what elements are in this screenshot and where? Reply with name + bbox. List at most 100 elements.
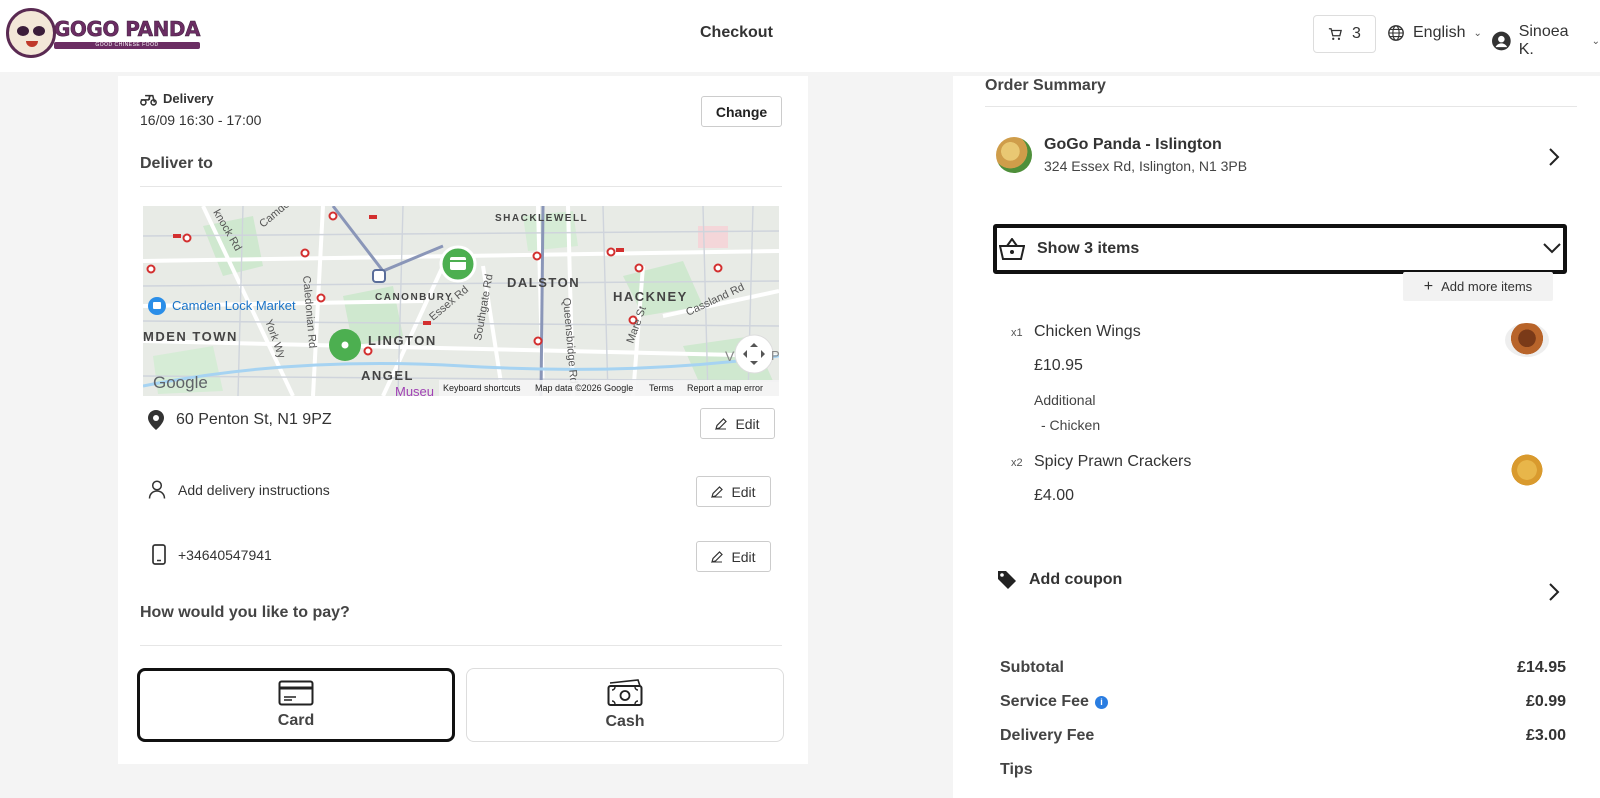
gogo-panda-logo[interactable]: GOGO PANDA GOOD CHINESE FOOD (6, 8, 202, 58)
credit-card-icon (278, 680, 314, 706)
cash-payment-option[interactable]: Cash (466, 668, 784, 742)
edit-label: Edit (731, 483, 756, 500)
delivery-fee-label: Delivery Fee (1000, 727, 1095, 744)
cart-count: 3 (1352, 25, 1361, 42)
page-title: Checkout (700, 24, 773, 41)
deliver-to-heading: Deliver to (140, 155, 213, 172)
add-more-label: Add more items (1441, 279, 1533, 294)
delivery-address: 60 Penton St, N1 9PZ (176, 411, 332, 428)
plus-icon: + (1423, 277, 1434, 295)
delivery-fee-value: £3.00 (1525, 727, 1566, 744)
map-poi-label: Camden Lock Market (172, 298, 296, 313)
scooter-icon (140, 94, 157, 106)
chevron-down-icon: ⌄ (1473, 27, 1482, 39)
subtotal-value: £14.95 (1517, 659, 1566, 676)
user-avatar-icon (1492, 31, 1511, 51)
delivery-info: Delivery 16/09 16:30 - 17:00 (140, 91, 261, 128)
show-items-toggle[interactable]: Show 3 items (993, 224, 1567, 274)
cash-icon (607, 679, 643, 706)
chevron-down-icon (1543, 243, 1561, 254)
map-label-place: ANGEL (361, 368, 414, 383)
divider (140, 186, 782, 187)
pencil-icon (711, 550, 724, 563)
divider (140, 645, 782, 646)
phone-row: +34640547941 (152, 544, 272, 565)
tag-icon (998, 571, 1016, 589)
map-data-attribution: Map data ©2026 Google (535, 383, 633, 393)
checkout-details-panel: Delivery 16/09 16:30 - 17:00 Change Deli… (118, 76, 808, 764)
change-delivery-button[interactable]: Change (701, 96, 782, 127)
edit-address-button[interactable]: Edit (700, 408, 775, 439)
edit-label: Edit (735, 415, 760, 432)
prawn-crackers-thumbnail (1505, 453, 1549, 487)
logo-wordmark: GOGO PANDA (54, 16, 201, 41)
item-name: Spicy Prawn Crackers (1034, 453, 1192, 470)
payment-heading: How would you like to pay? (140, 604, 350, 621)
basket-icon (999, 238, 1025, 260)
restaurant-address: 324 Essex Rd, Islington, N1 3PB (1044, 158, 1248, 174)
edit-phone-button[interactable]: Edit (696, 541, 771, 572)
delivery-time-slot: 16/09 16:30 - 17:00 (140, 112, 262, 128)
chevron-right-icon[interactable] (1548, 148, 1560, 166)
item-price: £4.00 (1034, 487, 1075, 504)
chevron-down-icon: ⌄ (1591, 35, 1600, 47)
add-coupon-label: Add coupon (1029, 571, 1123, 588)
logo-tagline: GOOD CHINESE FOOD (54, 41, 200, 49)
show-items-label: Show 3 items (1037, 240, 1140, 257)
map-label-place: MDEN TOWN (143, 329, 238, 344)
location-pin-icon (148, 410, 164, 430)
panda-mascot-icon (6, 8, 56, 58)
order-summary-heading: Order Summary (985, 77, 1106, 94)
google-watermark: Google (153, 373, 208, 392)
chevron-right-icon[interactable] (1548, 583, 1560, 601)
top-header: GOGO PANDA GOOD CHINESE FOOD Checkout 3 … (0, 0, 1600, 72)
map-label-place: DALSTON (507, 275, 580, 290)
map-poi-label: Museu (395, 384, 434, 396)
phone-number: +34640547941 (178, 546, 272, 563)
item-name: Chicken Wings (1034, 323, 1141, 340)
map-report-error-link: Report a map error (687, 383, 763, 393)
edit-instructions-button[interactable]: Edit (696, 476, 771, 507)
language-selector[interactable]: English ⌄ (1387, 24, 1482, 42)
globe-icon (1388, 25, 1404, 41)
delivery-address-row: 60 Penton St, N1 9PZ (148, 410, 332, 430)
cart-icon (1328, 28, 1343, 40)
card-payment-option[interactable]: Card (137, 668, 455, 742)
edit-label: Edit (731, 548, 756, 565)
map-terms-link: Terms (649, 383, 674, 393)
restaurant-info[interactable]: GoGo Panda - Islington 324 Essex Rd, Isl… (996, 136, 1247, 174)
card-label: Card (277, 712, 315, 729)
tips-label: Tips (1000, 761, 1033, 778)
user-menu[interactable]: Sinoea K. ⌄ (1492, 23, 1600, 59)
item-additional-option: - Chicken (1041, 417, 1101, 433)
map-label-place: LINGTON (368, 333, 437, 348)
restaurant-name: GoGo Panda - Islington (1044, 136, 1222, 153)
delivery-map[interactable]: Camden knock Rd Caledonian Rd York Wy Es… (143, 206, 779, 396)
subtotal-label: Subtotal (1000, 659, 1064, 676)
service-fee-value: £0.99 (1525, 693, 1566, 710)
chicken-wings-thumbnail (1505, 323, 1549, 357)
cart-button[interactable]: 3 (1313, 15, 1376, 53)
pencil-icon (711, 485, 724, 498)
item-additional-title: Additional (1034, 392, 1096, 408)
delivery-mode-label: Delivery (163, 91, 214, 106)
delivery-instructions-label: Add delivery instructions (178, 481, 330, 498)
add-more-items-button[interactable]: + Add more items (1403, 272, 1553, 301)
map-label-fragment: V (725, 348, 735, 364)
delivery-instructions-row: Add delivery instructions (148, 480, 330, 499)
map-label-place: HACKNEY (613, 289, 688, 304)
divider (985, 106, 1577, 107)
language-label: English (1413, 24, 1466, 41)
restaurant-thumbnail (996, 137, 1032, 173)
add-coupon-row[interactable]: Add coupon (997, 570, 1122, 590)
mobile-phone-icon (152, 544, 166, 565)
info-icon[interactable]: i (1094, 695, 1108, 709)
service-fee-text: Service Fee (1000, 693, 1089, 710)
item-quantity: x2 (1011, 457, 1023, 469)
service-fee-label: Service Fee i (1000, 693, 1108, 711)
user-name: Sinoea K. (1518, 23, 1569, 58)
map-label-place: CANONBURY (375, 292, 453, 303)
person-icon (148, 480, 166, 499)
item-quantity: x1 (1011, 327, 1023, 339)
map-label-fragment: P (771, 348, 779, 363)
